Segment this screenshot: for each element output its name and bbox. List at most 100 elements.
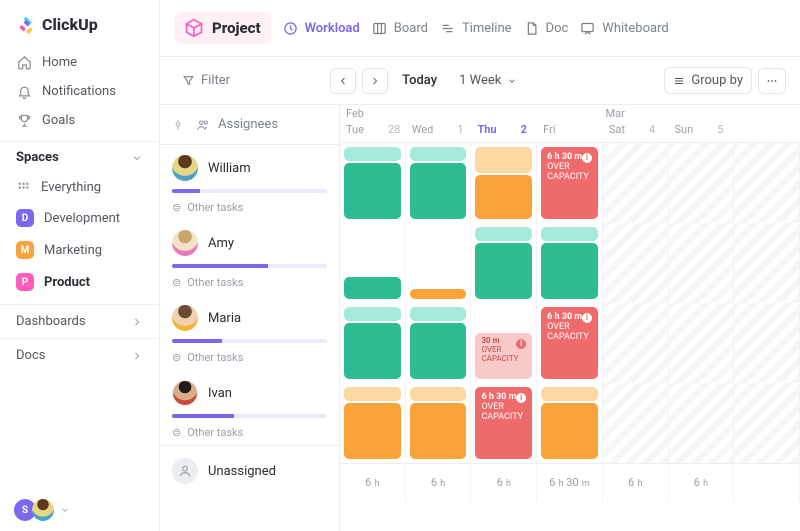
space-everything[interactable]: Everything: [6, 173, 153, 202]
tab-doc[interactable]: Doc: [524, 21, 569, 36]
sidebar-docs[interactable]: Docs: [0, 338, 159, 372]
day-header[interactable]: Sun5: [669, 121, 735, 142]
task-block[interactable]: [541, 243, 598, 299]
assignee-row[interactable]: William ⊜Other tasks: [160, 145, 339, 220]
day-header[interactable]: [734, 121, 800, 142]
assignee-row-unassigned[interactable]: Unassigned: [160, 445, 339, 490]
other-tasks-toggle[interactable]: ⊜Other tasks: [172, 201, 327, 214]
task-block[interactable]: [410, 403, 467, 459]
task-block[interactable]: [410, 323, 467, 379]
day-cell[interactable]: [669, 383, 735, 463]
task-block[interactable]: [410, 289, 467, 299]
filter-button[interactable]: Filter: [174, 68, 238, 93]
day-cell[interactable]: [603, 383, 669, 463]
tab-board[interactable]: Board: [372, 21, 428, 36]
day-header[interactable]: Fri: [537, 121, 603, 142]
task-block[interactable]: [410, 387, 467, 401]
prev-button[interactable]: [330, 68, 356, 94]
next-button[interactable]: [362, 68, 388, 94]
task-block[interactable]: [475, 175, 532, 219]
day-header[interactable]: Sat4: [603, 121, 669, 142]
day-cell[interactable]: [669, 223, 735, 303]
task-block[interactable]: [344, 277, 401, 299]
other-tasks-toggle[interactable]: ⊜Other tasks: [172, 351, 327, 364]
tab-workload[interactable]: Workload: [283, 21, 360, 36]
space-product[interactable]: P Product: [6, 266, 153, 298]
day-cell[interactable]: [471, 143, 537, 223]
assignees-header[interactable]: Assignees: [160, 105, 339, 145]
nav-home[interactable]: Home: [6, 48, 153, 77]
range-dropdown[interactable]: 1 Week: [451, 68, 525, 93]
nav-goals[interactable]: Goals: [6, 106, 153, 135]
task-block[interactable]: [344, 307, 401, 321]
day-header[interactable]: Thu2: [471, 121, 537, 142]
day-header[interactable]: Tue28: [340, 121, 406, 142]
task-block[interactable]: [344, 147, 401, 161]
day-cell[interactable]: [340, 303, 406, 383]
day-cell[interactable]: [669, 303, 735, 383]
day-cell[interactable]: [406, 383, 472, 463]
spaces-header[interactable]: Spaces: [0, 141, 159, 171]
today-button[interactable]: Today: [394, 68, 445, 93]
day-cell[interactable]: [669, 143, 735, 223]
day-cell[interactable]: [340, 223, 406, 303]
day-cell[interactable]: i 6 h 30 m OVER CAPACITY: [471, 383, 537, 463]
day-cell[interactable]: i 30 m OVER CAPACITY: [471, 303, 537, 383]
task-block[interactable]: [410, 307, 467, 321]
task-block[interactable]: [410, 147, 467, 161]
day-cell[interactable]: [734, 223, 800, 303]
day-cell[interactable]: [406, 143, 472, 223]
overcapacity-block[interactable]: i 6 h 30 m OVER CAPACITY: [475, 387, 532, 459]
project-chip[interactable]: Project: [174, 12, 271, 44]
total-cell: 6 h: [669, 464, 735, 501]
task-block[interactable]: [475, 147, 532, 173]
day-cell[interactable]: [406, 223, 472, 303]
day-cell[interactable]: i 6 h 30 m OVER CAPACITY: [537, 303, 603, 383]
overcapacity-block[interactable]: i 30 m OVER CAPACITY: [475, 333, 532, 379]
overcapacity-block[interactable]: i 6 h 30 m OVER CAPACITY: [541, 147, 598, 219]
other-tasks-toggle[interactable]: ⊜Other tasks: [172, 426, 327, 439]
chevron-right-icon: [131, 350, 143, 362]
space-marketing[interactable]: M Marketing: [6, 234, 153, 266]
day-cell[interactable]: [406, 303, 472, 383]
task-block[interactable]: [344, 163, 401, 219]
task-block[interactable]: [344, 323, 401, 379]
task-block[interactable]: [410, 163, 467, 219]
day-cell[interactable]: [340, 383, 406, 463]
assignee-row[interactable]: Ivan ⊜Other tasks: [160, 370, 339, 445]
task-block[interactable]: [541, 227, 598, 241]
day-cell[interactable]: [603, 303, 669, 383]
assignee-row[interactable]: Maria ⊜Other tasks: [160, 295, 339, 370]
user-avatar[interactable]: [32, 499, 54, 521]
nav-notifications[interactable]: Notifications: [6, 77, 153, 106]
task-block[interactable]: [475, 243, 532, 299]
tab-whiteboard[interactable]: Whiteboard: [580, 21, 668, 36]
task-block[interactable]: [475, 227, 532, 241]
logo[interactable]: ClickUp: [0, 0, 159, 46]
day-header[interactable]: Wed1: [406, 121, 472, 142]
tab-timeline[interactable]: Timeline: [440, 21, 512, 36]
day-cell[interactable]: [734, 303, 800, 383]
task-block[interactable]: [541, 387, 598, 401]
assignee-row[interactable]: Amy ⊜Other tasks: [160, 220, 339, 295]
link-icon: ⊜: [172, 426, 181, 439]
day-cell[interactable]: [471, 223, 537, 303]
day-cell[interactable]: [603, 223, 669, 303]
task-block[interactable]: [541, 403, 598, 459]
more-button[interactable]: [758, 68, 786, 94]
groupby-button[interactable]: Group by: [664, 67, 752, 94]
day-cell[interactable]: [734, 143, 800, 223]
day-cell[interactable]: [603, 143, 669, 223]
day-cell[interactable]: [734, 383, 800, 463]
task-block[interactable]: [344, 387, 401, 401]
task-block[interactable]: [344, 403, 401, 459]
other-tasks-toggle[interactable]: ⊜Other tasks: [172, 276, 327, 289]
sidebar-dashboards[interactable]: Dashboards: [0, 304, 159, 338]
overcapacity-block[interactable]: i 6 h 30 m OVER CAPACITY: [541, 307, 598, 379]
day-cell[interactable]: [340, 143, 406, 223]
day-cell[interactable]: i 6 h 30 m OVER CAPACITY: [537, 143, 603, 223]
chevron-down-icon[interactable]: [60, 505, 70, 515]
space-development[interactable]: D Development: [6, 202, 153, 234]
day-cell[interactable]: [537, 383, 603, 463]
day-cell[interactable]: [537, 223, 603, 303]
